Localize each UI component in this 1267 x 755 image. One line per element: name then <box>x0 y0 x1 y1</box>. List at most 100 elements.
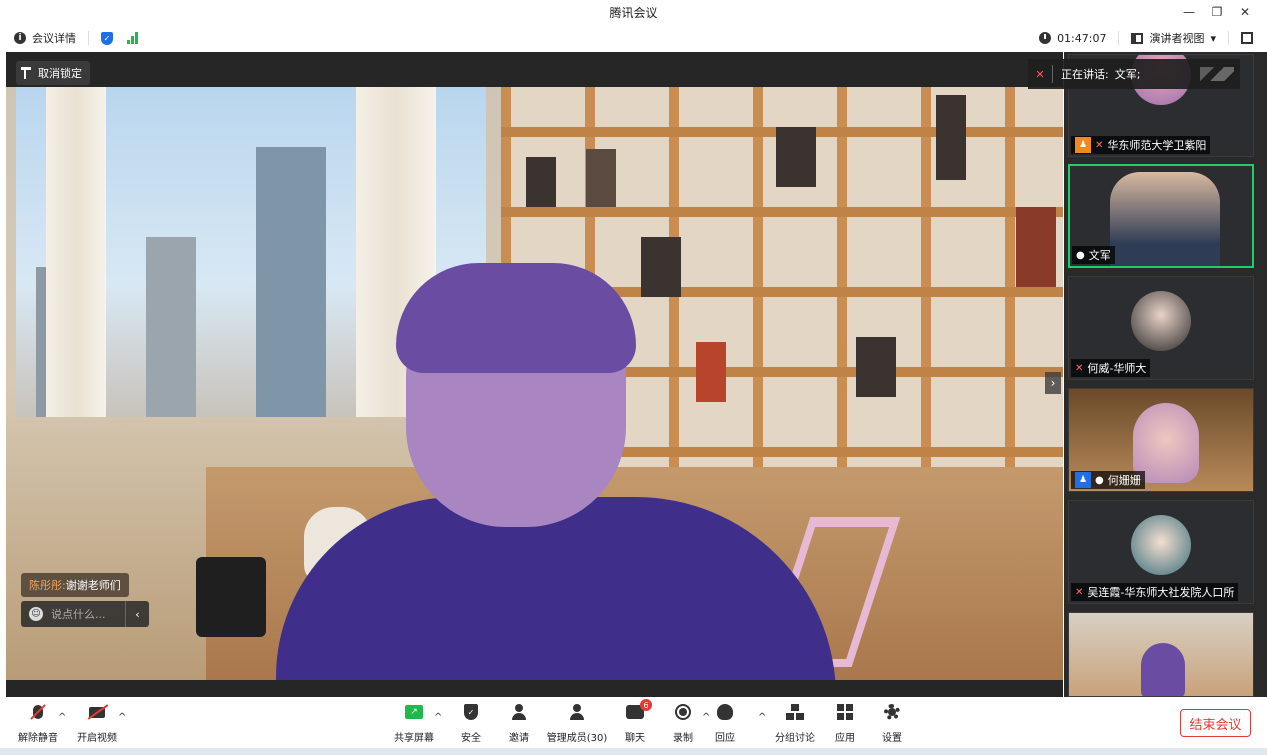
book <box>776 127 816 187</box>
end-meeting-button[interactable]: 结束会议 <box>1180 709 1251 737</box>
mic-on-icon: ● <box>1095 474 1104 486</box>
chat-placeholder[interactable]: 说点什么... <box>51 606 106 622</box>
speaking-label: 正在讲话: <box>1061 68 1109 81</box>
host-badge-icon: ♟ <box>1075 137 1091 153</box>
view-mode-label[interactable]: 演讲者视图 <box>1149 30 1204 46</box>
network-signal-icon[interactable] <box>127 32 138 44</box>
meeting-toolbar: 解除静音 ^ 开启视频 ^ ↗ 共享屏幕 ^ ✓ 安全 邀请 管理成员(30) … <box>0 698 1267 748</box>
share-screen-button[interactable]: ↗ 共享屏幕 <box>392 702 436 744</box>
book <box>586 149 616 207</box>
chevron-up-icon[interactable]: ^ <box>58 712 66 723</box>
expand-tiles-button[interactable]: › <box>1045 372 1061 394</box>
book <box>1016 207 1056 287</box>
close-button[interactable]: ✕ <box>1233 2 1257 22</box>
react-button[interactable]: 回应 <box>712 702 738 744</box>
breakout-icon <box>786 704 804 720</box>
window-controls: — ❐ ✕ <box>1177 2 1257 22</box>
chat-label: 聊天 <box>625 733 645 744</box>
restore-button[interactable]: ❐ <box>1205 2 1229 22</box>
security-label: 安全 <box>461 733 481 744</box>
apps-label: 应用 <box>835 733 855 744</box>
unpin-label: 取消锁定 <box>38 67 82 80</box>
chevron-up-icon[interactable]: ^ <box>758 712 766 723</box>
speaker-body <box>276 497 836 680</box>
shield-icon: ✓ <box>464 704 478 720</box>
window-title: 腾讯会议 <box>609 5 658 20</box>
mic-on-icon: ● <box>1076 249 1085 261</box>
participant-tiles: ♟ ✕ 华东师范大学卫紫阳 ● 文军 ✕ 何威-华师大 ♟ ● 何姗姗 ✕ 吴连… <box>1064 52 1267 697</box>
record-button[interactable]: 录制 <box>670 702 696 744</box>
gear-icon <box>884 704 900 720</box>
taskbar-strip <box>0 748 1267 755</box>
avatar <box>1131 291 1191 351</box>
info-bar: i 会议详情 ✓ 01:47:07 演讲者视图 ▾ <box>0 25 1267 51</box>
record-icon <box>675 704 691 720</box>
chevron-up-icon[interactable]: ^ <box>118 712 126 723</box>
unpin-button[interactable]: 取消锁定 <box>16 61 90 85</box>
speaker-hair <box>396 263 636 373</box>
hand-icon <box>717 704 733 720</box>
speaker-view-icon[interactable] <box>1131 32 1144 44</box>
invite-person-icon <box>511 704 527 720</box>
plant-pot <box>196 557 266 637</box>
participant-tile[interactable] <box>1068 612 1254 697</box>
participant-tile[interactable]: ♟ ● 何姗姗 <box>1068 388 1254 492</box>
start-video-button[interactable]: 开启视频 <box>74 702 120 744</box>
divider <box>1118 31 1120 45</box>
minimize-button[interactable]: — <box>1177 2 1201 22</box>
unread-badge: 6 <box>640 699 652 711</box>
divider <box>88 31 89 45</box>
manage-members-button[interactable]: 管理成员(30) <box>546 702 608 744</box>
avatar <box>1131 515 1191 575</box>
meeting-window: 腾讯会议 — ❐ ✕ i 会议详情 ✓ 01:47:07 演讲者视图 ▾ 取消锁… <box>0 0 1267 755</box>
chat-sender: 陈彤彤: <box>29 579 66 592</box>
start-video-label: 开启视频 <box>77 733 117 744</box>
chat-bubble: 陈彤彤: 谢谢老师们 <box>21 573 129 597</box>
fullscreen-icon[interactable] <box>1241 32 1253 44</box>
invite-button[interactable]: 邀请 <box>505 702 533 744</box>
shelf <box>501 207 1063 217</box>
chevron-up-icon[interactable]: ^ <box>702 712 710 723</box>
camera-off-icon <box>89 706 105 718</box>
participant-label: ✕ 何威-华师大 <box>1071 359 1151 377</box>
clock-icon <box>1039 32 1052 44</box>
mic-muted-icon: ✕ <box>1075 362 1084 374</box>
quick-chat-input[interactable]: ☺ 说点什么... ‹ <box>21 601 149 627</box>
participant-tile[interactable]: ✕ 吴连霞-华东师大社发院人口所 <box>1068 500 1254 604</box>
meeting-details-label[interactable]: 会议详情 <box>32 30 76 46</box>
apps-button[interactable]: 应用 <box>832 702 858 744</box>
meeting-duration: 01:47:07 <box>1057 31 1107 45</box>
participant-tile[interactable]: ● 文军 <box>1068 164 1254 268</box>
avatar <box>1141 643 1185 696</box>
participant-name: 吴连霞-华东师大社发院人口所 <box>1087 586 1235 599</box>
mic-muted-icon: ✕ <box>1035 67 1045 81</box>
cohost-badge-icon: ♟ <box>1075 472 1091 488</box>
pin-icon <box>21 67 32 79</box>
breakout-label: 分组讨论 <box>775 733 815 744</box>
participant-tile[interactable]: ✕ 何威-华师大 <box>1068 276 1254 380</box>
breakout-button[interactable]: 分组讨论 <box>774 702 816 744</box>
collapse-chat-button[interactable]: ‹ <box>125 601 149 627</box>
speaker-person <box>276 263 836 680</box>
background-building <box>146 237 196 417</box>
app-watermark-icon <box>1200 67 1234 81</box>
chat-button[interactable]: 6 聊天 <box>622 699 652 744</box>
chat-icon: 6 <box>626 699 652 719</box>
speaking-name: 文军; <box>1114 68 1141 81</box>
unmute-label: 解除静音 <box>18 733 58 744</box>
security-shield-icon[interactable]: ✓ <box>101 31 113 45</box>
mic-muted-icon <box>33 705 43 719</box>
chevron-down-icon[interactable]: ▾ <box>1210 32 1216 45</box>
book <box>856 337 896 397</box>
react-label: 回应 <box>715 733 735 744</box>
meeting-info-group[interactable]: i 会议详情 ✓ <box>0 30 138 46</box>
apps-grid-icon <box>837 704 853 720</box>
chevron-up-icon[interactable]: ^ <box>434 712 442 723</box>
main-video-stage: 取消锁定 陈彤彤: 谢谢老师们 ☺ 说点什么... ‹ <box>6 52 1063 697</box>
emoji-icon[interactable]: ☺ <box>29 607 43 621</box>
unmute-button[interactable]: 解除静音 <box>16 702 60 744</box>
divider <box>1228 31 1229 45</box>
security-button[interactable]: ✓ 安全 <box>457 702 485 744</box>
speaking-indicator: ✕ 正在讲话: 文军; <box>1028 59 1240 89</box>
settings-button[interactable]: 设置 <box>879 702 905 744</box>
